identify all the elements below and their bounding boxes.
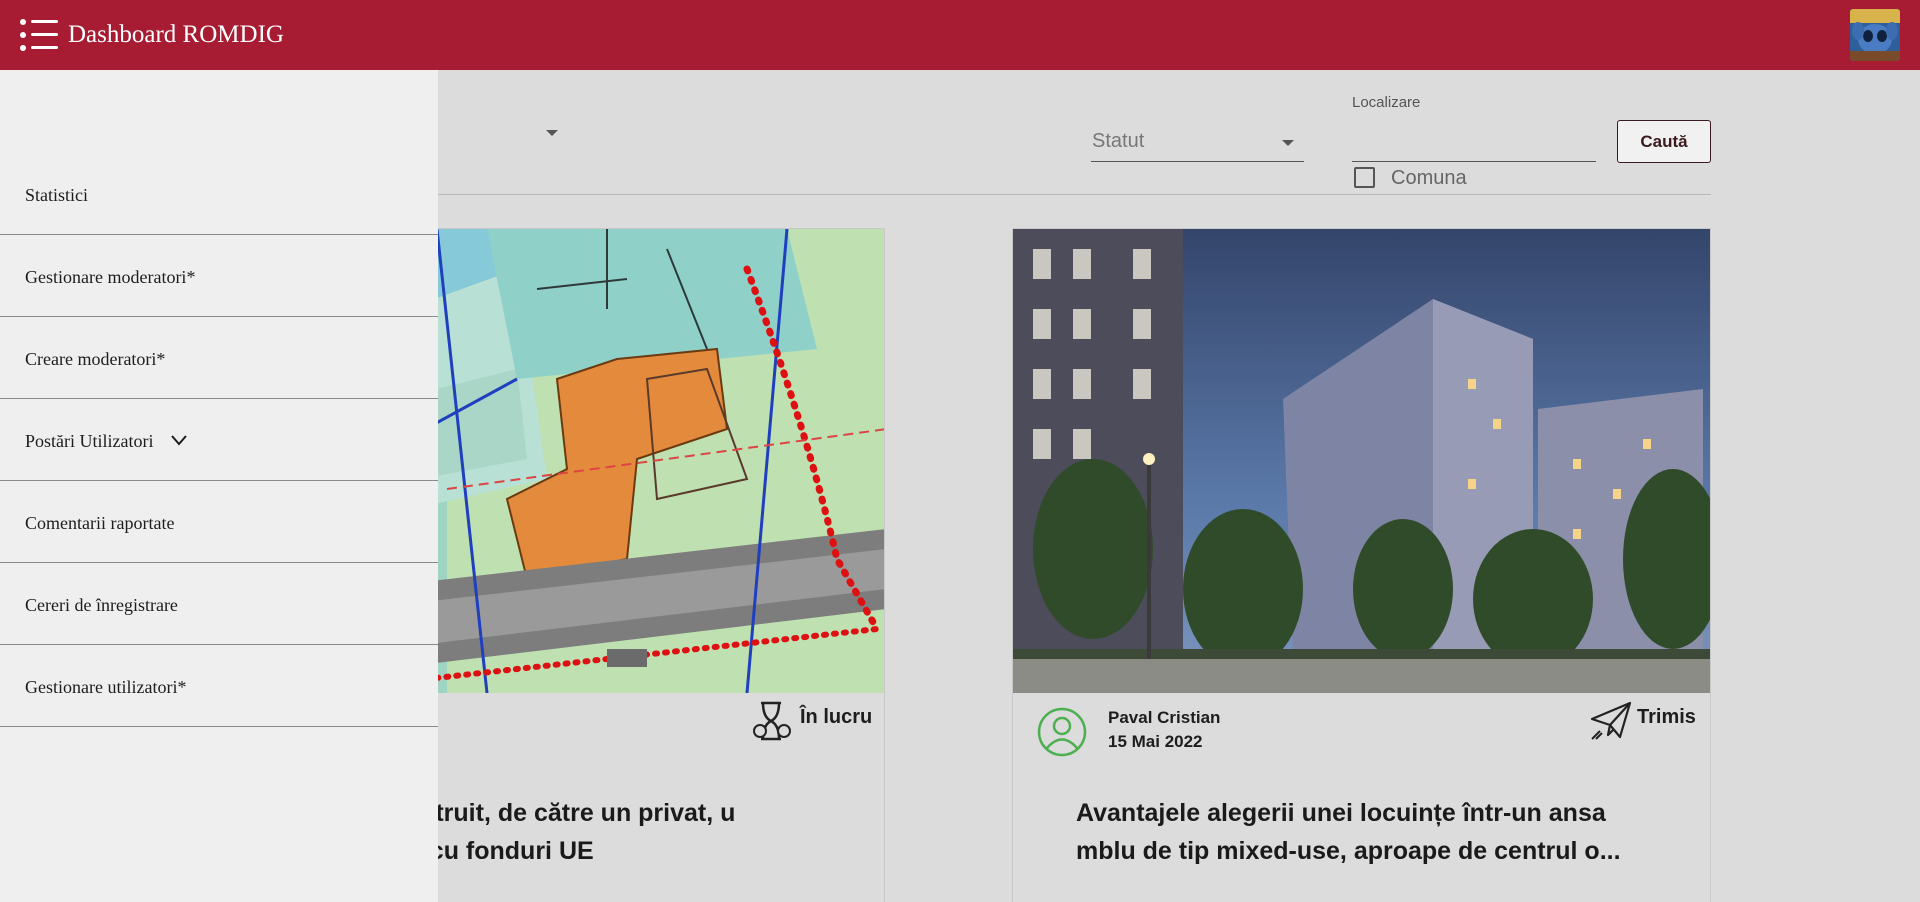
sidebar-item-label: Gestionare moderatori* [25, 267, 196, 287]
app-title: Dashboard ROMDIG [68, 21, 284, 48]
paper-plane-icon [1590, 701, 1632, 741]
sidebar-item-label: Postări Utilizatori [25, 431, 154, 451]
post-title[interactable]: Avantajele alegerii unei locuințe într-u… [1076, 794, 1676, 870]
sidebar-item-label: Statistici [25, 185, 88, 205]
post-card[interactable]: Paval Cristian 15 Mai 2022 Trimis Avanta… [1012, 228, 1711, 902]
sidebar-drawer: Statistici Gestionare moderatori* Creare m… [0, 70, 438, 902]
search-button[interactable]: Caută [1617, 120, 1711, 163]
sidebar-item-statistici[interactable]: Statistici [0, 153, 438, 235]
chevron-down-icon[interactable] [171, 433, 187, 447]
sidebar-item-label: Cereri de înregistrare [25, 595, 178, 615]
post-title-line: construit, de către un privat, u [377, 799, 736, 827]
statut-value: Statut [1092, 130, 1145, 152]
title-dropdown-caret-icon[interactable] [546, 130, 558, 136]
author-name[interactable]: Paval Cristian [1108, 708, 1220, 728]
localizare-label: Localizare [1352, 94, 1421, 111]
comuna-checkbox[interactable] [1354, 167, 1375, 188]
post-title-line: mblu de tip mixed-use, aproape de centru… [1076, 837, 1621, 865]
user-circle-icon [1037, 707, 1087, 757]
top-bar: Dashboard ROMDIG [0, 0, 1920, 70]
post-date: 15 Mai 2022 [1108, 732, 1203, 751]
sidebar-item-label: Gestionare utilizatori* [25, 677, 187, 697]
sidebar-item-comentarii-raportate[interactable]: Comentarii raportate [0, 481, 438, 563]
statut-select[interactable]: Statut [1091, 120, 1304, 162]
sidebar-item-creare-moderatori[interactable]: Creare moderatori* [0, 317, 438, 399]
post-title[interactable]: construit, de către un privat, u râni cu … [377, 794, 877, 870]
post-title-line: râni cu fonduri UE [377, 837, 594, 865]
localizare-input[interactable] [1352, 114, 1596, 162]
menu-list-icon[interactable] [20, 18, 58, 52]
caret-down-icon [1282, 140, 1294, 146]
status-label: În lucru [800, 706, 873, 728]
residential-building-image [1013, 229, 1710, 693]
post-title-line: Avantajele alegerii unei locuințe într-u… [1076, 799, 1606, 827]
sidebar-item-cereri-de-înregistrare[interactable]: Cereri de înregistrare [0, 563, 438, 645]
comuna-label: Comuna [1391, 167, 1467, 189]
header-divider [290, 194, 1711, 195]
sidebar-item-gestionare-utilizatori[interactable]: Gestionare utilizatori* [0, 645, 438, 727]
sidebar-item-gestionare-moderatori[interactable]: Gestionare moderatori* [0, 235, 438, 317]
hourglass-gears-icon [751, 701, 793, 741]
status-label: Trimis [1637, 706, 1696, 728]
user-avatar[interactable] [1850, 9, 1900, 61]
sidebar-item-label: Creare moderatori* [25, 349, 166, 369]
sidebar-item-postări-utilizatori[interactable]: Postări Utilizatori [0, 399, 438, 481]
sidebar-item-label: Comentarii raportate [25, 513, 175, 533]
